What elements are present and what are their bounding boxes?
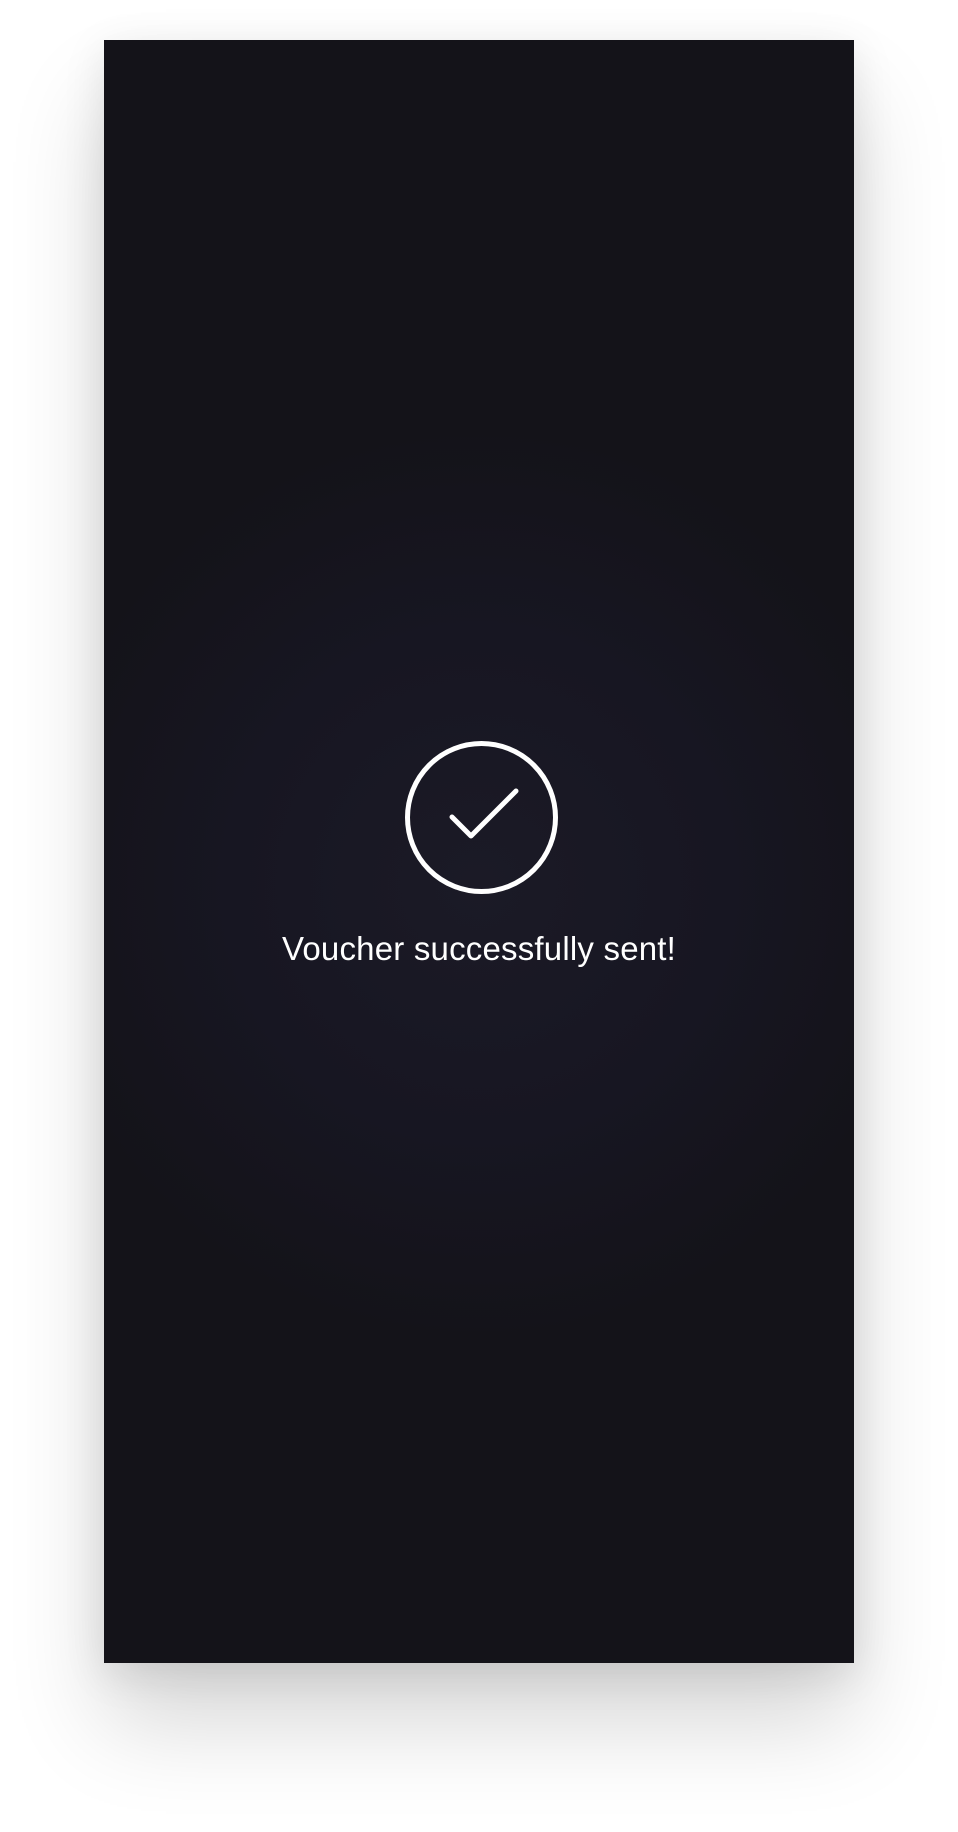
success-message: Voucher successfully sent! <box>281 930 677 967</box>
success-screen: Voucher successfully sent! <box>104 40 854 1663</box>
check-circle-ring <box>405 741 558 894</box>
check-mark <box>449 788 519 839</box>
check-circle-icon <box>405 741 558 894</box>
viewport: Voucher successfully sent! <box>0 0 958 1832</box>
